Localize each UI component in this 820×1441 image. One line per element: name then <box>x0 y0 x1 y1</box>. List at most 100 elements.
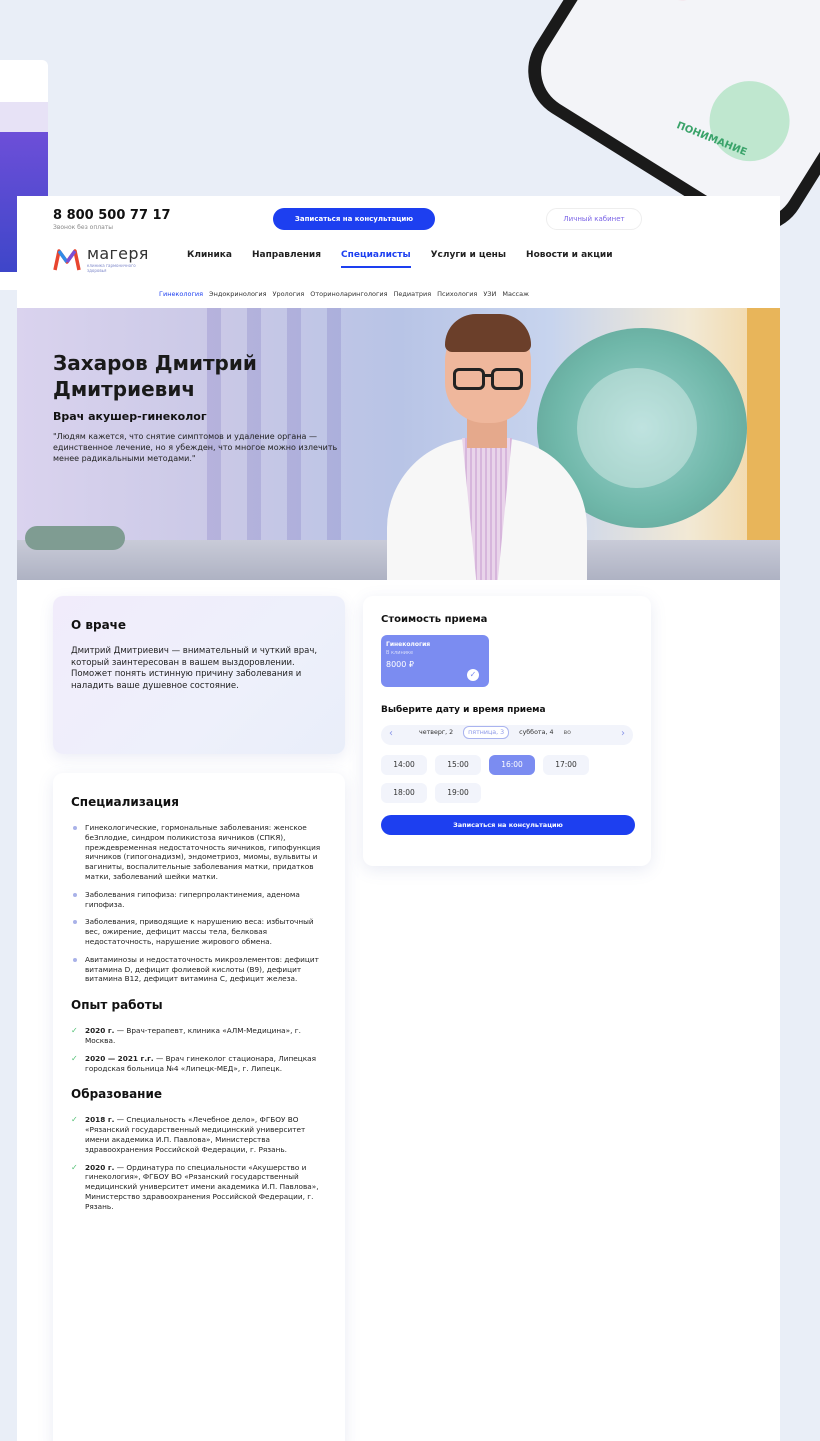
nav-item[interactable]: Клиника <box>187 250 232 268</box>
logo-mark-icon <box>53 249 81 271</box>
day-option[interactable]: четверг, 2 <box>419 729 453 739</box>
check-icon: ✓ <box>71 1026 78 1036</box>
sub-navigation: Гинекология Эндокринология Урология Оторино… <box>17 282 780 306</box>
time-slot[interactable]: 19:00 <box>435 783 481 803</box>
time-slot[interactable]: 18:00 <box>381 783 427 803</box>
education-list: ✓ 2018 г. — Специальность «Лечебное дело»… <box>71 1115 327 1211</box>
nav-menu: Клиника Направления Специалисты Услуги и це… <box>187 250 613 268</box>
day-option[interactable]: суббота, 4 <box>519 729 553 739</box>
subnav-item[interactable]: Педиатрия <box>394 290 432 298</box>
subnav-item[interactable]: УЗИ <box>483 290 496 298</box>
doctor-name: Захаров Дмитрий Дмитриевич <box>53 351 257 401</box>
doctor-photo <box>367 308 607 580</box>
phone-number[interactable]: 8 800 500 77 17 <box>53 208 171 223</box>
nav-item[interactable]: Услуги и цены <box>431 250 506 268</box>
doctor-hair <box>445 314 531 352</box>
experience-item: ✓ 2020 — 2021 г.г. — Врач гинеколог стаци… <box>71 1054 321 1074</box>
main-navigation: магеря клиника гармоничного здоровья Кли… <box>17 242 780 282</box>
check-icon: ✓ <box>71 1162 78 1172</box>
specialization-card: Специализация Гинекологические, гормонал… <box>53 773 345 1441</box>
subnav-items: Гинекология Эндокринология Урология Оторино… <box>159 290 529 298</box>
top-bar: 8 800 500 77 17 Звонок без оплаты Записа… <box>17 196 780 242</box>
subnav-item[interactable]: Массаж <box>502 290 529 298</box>
glasses-bridge <box>483 374 493 377</box>
price-option[interactable]: Гинекология В клинике 8000 ₽ ✓ <box>381 635 489 687</box>
time-slot[interactable]: 15:00 <box>435 755 481 775</box>
day-option[interactable]: во <box>563 729 571 739</box>
about-card: О враче Дмитрий Дмитриевич — внимательны… <box>53 596 345 754</box>
doctor-hero: Захаров Дмитрий Дмитриевич Врач акушер-г… <box>17 308 780 580</box>
specialization-item: Заболевания, приводящие к нарушению веса… <box>71 917 321 946</box>
time-slot[interactable]: 16:00 <box>489 755 535 775</box>
education-item: ✓ 2020 г. — Ординатура по специальности «… <box>71 1163 321 1212</box>
logo-name: магеря <box>87 244 149 263</box>
date-picker: ‹ четверг, 2 пятница, 3 суббота, 4 во › <box>381 725 633 745</box>
bullet-icon <box>73 826 77 830</box>
check-icon: ✓ <box>71 1115 78 1125</box>
experience-year: 2020 — 2021 г.г. <box>85 1053 154 1063</box>
check-icon: ✓ <box>71 1053 78 1063</box>
education-item: ✓ 2018 г. — Специальность «Лечебное дело»… <box>71 1115 321 1154</box>
chair-decor <box>25 526 125 550</box>
experience-text: — Врач-терапевт, клиника «АЛМ-Медицина»,… <box>85 1026 301 1045</box>
bullet-icon <box>73 920 77 925</box>
price-service: Гинекология <box>386 641 431 648</box>
specialization-item: Гинекологические, гормональные заболеван… <box>71 823 321 882</box>
subnav-item[interactable]: Урология <box>272 290 304 298</box>
experience-item: ✓ 2020 г. — Врач-терапевт, клиника «АЛМ-М… <box>71 1026 321 1046</box>
logo[interactable]: магеря клиника гармоничного здоровья <box>53 244 173 276</box>
about-title: О враче <box>71 618 127 632</box>
subnav-item[interactable]: Эндокринология <box>209 290 266 298</box>
specialization-text: Гинекологические, гормональные заболеван… <box>85 823 321 881</box>
specialization-text: Заболевания, приводящие к нарушению веса… <box>85 917 314 946</box>
price-location: В клинике <box>386 650 414 656</box>
specialization-text: Заболевания гипофиза: гиперпролактинемия… <box>85 889 300 909</box>
nav-item[interactable]: Направления <box>252 250 321 268</box>
doctor-quote: "Людям кажется, что снятие симптомов и у… <box>53 432 338 463</box>
specialization-text: Авитаминозы и недостаточность микроэлеме… <box>85 954 319 984</box>
specialization-title: Специализация <box>71 795 179 809</box>
subnav-item[interactable]: Оториноларингология <box>310 290 387 298</box>
chevron-right-icon[interactable]: › <box>621 728 625 739</box>
glasses-left <box>453 368 485 390</box>
check-icon: ✓ <box>467 669 479 681</box>
pink-circle <box>620 0 745 18</box>
book-consultation-button[interactable]: Записаться на консультацию <box>381 815 635 835</box>
education-text: — Специальность «Лечебное дело», ФГБОУ В… <box>85 1115 306 1154</box>
education-year: 2020 г. <box>85 1162 115 1172</box>
doctor-role: Врач акушер-гинеколог <box>53 410 207 423</box>
phone-note: Звонок без оплаты <box>53 224 114 231</box>
booking-title: Выберите дату и время приема <box>381 705 546 715</box>
book-consultation-button[interactable]: Записаться на консультацию <box>273 208 435 230</box>
experience-list: ✓ 2020 г. — Врач-терапевт, клиника «АЛМ-М… <box>71 1026 327 1073</box>
specialization-item: Авитаминозы и недостаточность микроэлеме… <box>71 955 321 984</box>
price-amount: 8000 ₽ <box>386 660 414 669</box>
time-slot[interactable]: 14:00 <box>381 755 427 775</box>
chevron-left-icon[interactable]: ‹ <box>389 728 393 739</box>
logo-tagline: клиника гармоничного здоровья <box>87 263 136 273</box>
price-title: Стоимость приема <box>381 614 488 625</box>
subnav-item[interactable]: Психология <box>437 290 477 298</box>
about-text: Дмитрий Дмитриевич — внимательный и чутк… <box>71 646 318 691</box>
education-title: Образование <box>71 1087 163 1102</box>
specialization-item: Заболевания гипофиза: гиперпролактинемия… <box>71 890 321 910</box>
day-list: четверг, 2 пятница, 3 суббота, 4 во <box>419 726 571 739</box>
nav-item[interactable]: Специалисты <box>341 250 411 268</box>
glasses-right <box>491 368 523 390</box>
subnav-item[interactable]: Гинекология <box>159 290 203 298</box>
experience-year: 2020 г. <box>85 1026 115 1036</box>
day-option[interactable]: пятница, 3 <box>463 726 510 739</box>
doctor-page: 8 800 500 77 17 Звонок без оплаты Записа… <box>17 196 780 1441</box>
bullet-icon <box>73 892 77 897</box>
time-slots: 14:00 15:00 16:00 17:00 18:00 19:00 <box>381 755 641 803</box>
personal-cabinet-button[interactable]: Личный кабинет <box>546 208 642 230</box>
experience-title: Опыт работы <box>71 998 163 1013</box>
background-band <box>0 102 48 132</box>
booking-card: Стоимость приема Гинекология В клинике 8… <box>363 596 651 866</box>
green-circle-icon <box>694 66 805 177</box>
time-slot[interactable]: 17:00 <box>543 755 589 775</box>
bullet-icon <box>73 957 77 962</box>
education-year: 2018 г. <box>85 1115 115 1125</box>
specialization-list: Гинекологические, гормональные заболеван… <box>71 823 327 984</box>
nav-item[interactable]: Новости и акции <box>526 250 613 268</box>
